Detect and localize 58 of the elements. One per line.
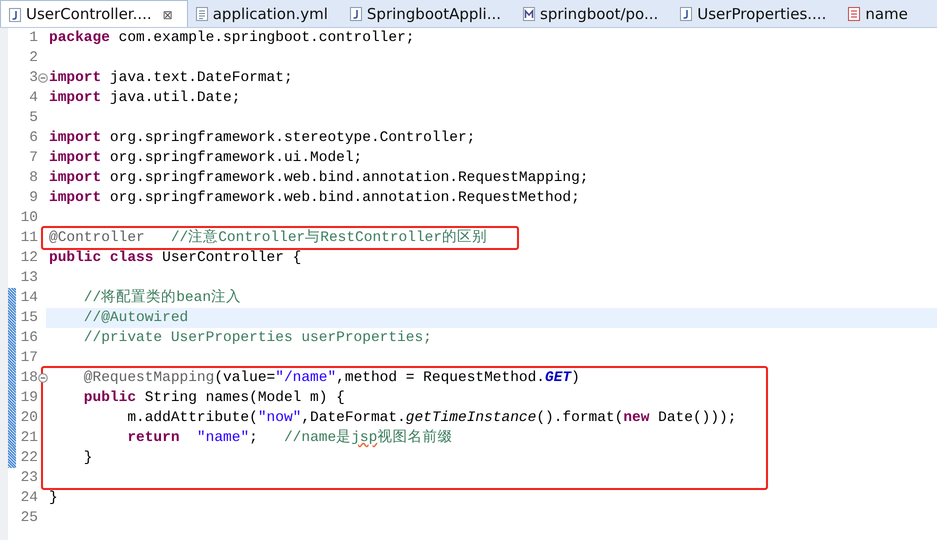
line-number: 20 — [20, 409, 38, 428]
line-number: 15 — [20, 309, 38, 328]
line-number: 8 — [28, 169, 38, 188]
code-line: @RequestMapping(value="/name",method = RequestMethod.GET) — [82, 370, 580, 386]
line-number: 9 — [28, 189, 38, 208]
code-line: import org.springframework.ui.Model; — [49, 150, 362, 166]
m-file-icon — [523, 7, 536, 21]
line-number: 7 — [28, 149, 38, 168]
code-line: import org.springframework.web.bind.annotation.RequestMapping; — [49, 170, 588, 186]
code-line: m.addAttribute("now",DateFormat.getTimeInstance().format(new Date())); — [126, 410, 736, 426]
editor-tab[interactable]: UserController.... ⊠ — [0, 0, 188, 27]
line-number: 24 — [20, 489, 38, 508]
line-number: 19 — [20, 389, 38, 408]
document-icon — [196, 7, 208, 21]
line-number: 2 — [28, 49, 38, 68]
line-number: 6 — [28, 129, 38, 148]
code-line: public class UserController { — [49, 250, 302, 266]
code-line: import java.text.DateFormat; — [49, 70, 293, 86]
code-line: //将配置类的bean注入 — [82, 290, 242, 306]
line-number: 23 — [20, 469, 38, 488]
line-number: 21 — [20, 429, 38, 448]
editor-tab[interactable]: UserProperties.... — [672, 0, 840, 27]
code-line: @Controller //注意Controller与RestController的区别 — [49, 230, 488, 246]
editor-tab[interactable]: SpringbootAppli... — [342, 0, 516, 27]
code-line: package com.example.springboot.controller; — [49, 30, 414, 46]
code-line: import org.springframework.web.bind.annotation.RequestMethod; — [49, 190, 580, 206]
java-file-icon — [680, 7, 692, 21]
code-line: public String names(Model m) { — [82, 390, 345, 406]
editor-tab[interactable]: application.yml — [188, 0, 342, 27]
code-line: } — [49, 490, 58, 506]
code-line: //@Autowired — [82, 310, 188, 326]
line-number: 16 — [20, 329, 38, 348]
line-number: 12 — [20, 249, 38, 268]
line-number: 17 — [20, 349, 38, 368]
line-number: 22 — [20, 449, 38, 468]
code-line: import org.springframework.stereotype.Controller; — [49, 130, 476, 146]
line-number: 13 — [20, 269, 38, 288]
collapse-icon[interactable] — [38, 373, 48, 383]
java-file-icon — [350, 7, 362, 21]
line-number: 5 — [28, 109, 38, 128]
line-number: 4 — [28, 89, 38, 108]
line-number: 18 — [20, 369, 38, 388]
java-file-icon — [9, 8, 21, 22]
editor-tab[interactable]: name — [840, 0, 922, 27]
line-number: 25 — [20, 509, 38, 528]
line-number: 1 — [28, 29, 38, 48]
code-line: } — [82, 450, 93, 466]
line-number: 14 — [20, 289, 38, 308]
close-icon[interactable]: ⊠ — [162, 6, 173, 24]
editor-tab[interactable]: springboot/po... — [515, 0, 672, 27]
code-line: return "name"; //name是jsp视图名前缀 — [126, 430, 452, 446]
line-number: 3 — [28, 69, 38, 88]
line-number: 11 — [20, 229, 38, 248]
page-icon — [848, 7, 860, 21]
collapse-icon[interactable] — [38, 73, 48, 83]
line-number: 10 — [20, 209, 38, 228]
code-line: import java.util.Date; — [49, 90, 240, 106]
code-line: //private UserProperties userProperties; — [82, 330, 432, 346]
